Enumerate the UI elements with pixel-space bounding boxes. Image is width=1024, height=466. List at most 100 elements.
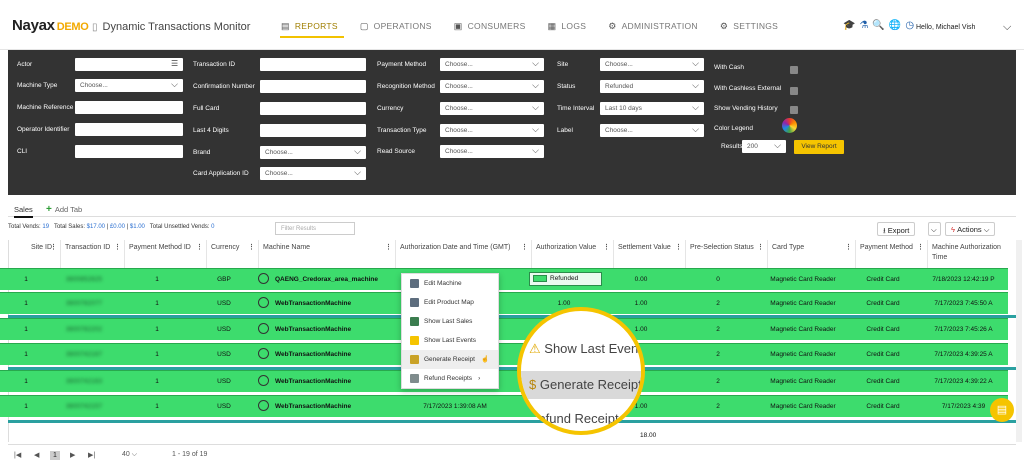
flask-icon[interactable]: ⚗	[859, 20, 868, 31]
table-row[interactable]: 1 3600782077 1 USD WebTransactionMachine 1.00…	[0, 292, 1008, 314]
actor-input[interactable]	[75, 58, 183, 71]
label-select[interactable]: Choose...	[600, 124, 704, 137]
table-row[interactable]: 1 3600742167 1 USD WebTransactionMachine 2 Mag…	[0, 343, 1008, 365]
full-card-input[interactable]	[260, 102, 366, 115]
add-tab-button[interactable]: + Add Tab	[46, 204, 82, 215]
table-row[interactable]: 1 3600852625 1 GBP QAENG_Credorax_area_machi…	[0, 268, 1008, 290]
color-legend-icon[interactable]	[782, 118, 797, 133]
menu-item-refund-receipts[interactable]: Refund Receipts ›	[402, 369, 498, 388]
col-header-payment-method-id[interactable]: Payment Method ID ⋮	[125, 240, 207, 268]
time-interval-select[interactable]: Last 10 days	[600, 102, 704, 115]
nav-consumers[interactable]: ▣ CONSUMERS	[454, 21, 526, 32]
first-page-button[interactable]: |◀	[14, 451, 21, 459]
payment-method-select[interactable]: Choose...	[440, 58, 544, 71]
col-header-payment-method[interactable]: Payment Method ⋮	[856, 240, 928, 268]
with-cash-checkbox[interactable]	[790, 66, 798, 74]
page-size-select[interactable]: 40 ⌵	[122, 451, 137, 459]
download-icon: ⭳	[883, 226, 886, 235]
column-menu-icon[interactable]: ⋮	[385, 243, 392, 253]
tab-sales[interactable]: Sales	[14, 205, 33, 218]
read-source-select[interactable]: Choose...	[440, 145, 544, 158]
prev-page-button[interactable]: ◀	[34, 451, 39, 459]
last-page-button[interactable]: ▶|	[88, 451, 95, 459]
column-menu-icon[interactable]: ⋮	[114, 243, 121, 253]
column-menu-icon[interactable]: ⋮	[603, 243, 610, 253]
unsettled-value: 0	[211, 224, 215, 230]
actions-button[interactable]: ϟ Actions ⌵	[945, 222, 996, 236]
col-header-machine-name[interactable]: Machine Name ⋮	[259, 240, 396, 268]
machine-reference-input[interactable]	[75, 101, 183, 114]
col-header-transaction-id[interactable]: Transaction ID ⋮	[61, 240, 125, 268]
nav-logs[interactable]: ▦ LOGS	[548, 21, 587, 32]
column-menu-icon[interactable]: ⋮	[845, 243, 852, 253]
col-header-settlement-value[interactable]: Settlement Value ⋮	[614, 240, 686, 268]
cell-paym: Credit Card	[866, 351, 900, 358]
next-page-button[interactable]: ▶	[70, 451, 75, 459]
status-select[interactable]: Refunded	[600, 80, 704, 93]
machine-type-select[interactable]: Choose...	[75, 79, 183, 92]
table-row[interactable]: 1 3600742163 1 USD WebTransactionMachine 2 Mag…	[0, 370, 1008, 392]
col-header-authorization-value[interactable]: Authorization Value ⋮	[532, 240, 614, 268]
chevron-down-icon: ⌵	[931, 225, 937, 234]
nav-reports[interactable]: ▤ REPORTS	[281, 21, 338, 32]
table-row[interactable]: 1 3600782202 1 USD WebTransactionMachine 1.00…	[0, 318, 1008, 340]
unsettled-label: Total Unsettled Vends:	[149, 224, 210, 230]
recognition-method-select[interactable]: Choose...	[440, 80, 544, 93]
user-greeting[interactable]: Hello, Michael Vish	[916, 24, 975, 31]
col-header-card-type[interactable]: Card Type ⋮	[768, 240, 856, 268]
table-row[interactable]: 1 3600742157 1 USD WebTransactionMachine 7/17…	[0, 395, 1008, 417]
menu-item-generate-receipt[interactable]: Generate Receipt ☝	[402, 350, 498, 369]
column-menu-icon[interactable]: ⋮	[248, 243, 255, 253]
menu-item-show-last-events[interactable]: Show Last Events	[402, 331, 498, 350]
menu-item-show-last-sales[interactable]: Show Last Sales	[402, 312, 498, 331]
col-header-site-id[interactable]: Site ID ⋮	[9, 240, 61, 268]
list-icon[interactable]: ☰	[171, 59, 178, 68]
filter-label-status: Status	[557, 83, 576, 90]
view-report-button[interactable]: View Report	[794, 140, 844, 154]
export-dropdown-button[interactable]: ⌵	[928, 222, 941, 236]
clock-icon[interactable]: ◷	[905, 20, 914, 31]
col-header-currency[interactable]: Currency ⋮	[207, 240, 259, 268]
results-select[interactable]: 200	[742, 140, 786, 153]
lightning-icon: ϟ	[951, 225, 955, 234]
zoom-item-show-last-events: ⚠ Show Last Events	[529, 341, 645, 356]
column-menu-icon[interactable]: ⋮	[50, 243, 57, 253]
with-cashless-external-checkbox[interactable]	[790, 87, 798, 95]
current-page[interactable]: 1	[50, 451, 60, 460]
nav-operations[interactable]: ▢ OPERATIONS	[360, 21, 432, 32]
column-menu-icon[interactable]: ⋮	[917, 243, 924, 253]
grid-scrollbar[interactable]	[1016, 240, 1022, 442]
nayax-logo[interactable]: Nayax DEMO	[12, 17, 89, 34]
export-button[interactable]: ⭳ Export	[877, 222, 916, 236]
transaction-type-select[interactable]: Choose...	[440, 124, 544, 137]
search-icon[interactable]: 🔍	[872, 20, 884, 31]
col-header-machine-authorization-time[interactable]: Machine Authorization Time	[928, 240, 1016, 268]
last-4-digits-input[interactable]	[260, 124, 366, 137]
summary-separator: |	[126, 224, 129, 230]
filter-results-input[interactable]: Filter Results	[275, 222, 355, 235]
column-menu-icon[interactable]: ⋮	[757, 243, 764, 253]
currency-select[interactable]: Choose...	[440, 102, 544, 115]
brand-select[interactable]: Choose...	[260, 146, 366, 159]
graduation-cap-icon[interactable]: 🎓	[843, 20, 855, 31]
chat-icon[interactable]: ▤	[990, 398, 1014, 422]
cell-site: 1	[24, 300, 28, 307]
show-vending-history-checkbox[interactable]	[790, 106, 798, 114]
column-menu-icon[interactable]: ⋮	[196, 243, 203, 253]
card-application-id-select[interactable]: Choose...	[260, 167, 366, 180]
globe-icon[interactable]: 🌐	[889, 20, 901, 31]
chevron-down-icon[interactable]: ⌵	[1003, 21, 1011, 34]
confirmation-number-input[interactable]	[260, 80, 366, 93]
menu-item-edit-machine[interactable]: Edit Machine	[402, 274, 498, 293]
site-select[interactable]: Choose...	[600, 58, 704, 71]
cli-input[interactable]	[75, 145, 183, 158]
nav-settings[interactable]: ⚙ SETTINGS	[720, 21, 778, 32]
col-header-authorization-date[interactable]: Authorization Date and Time (GMT) ⋮	[396, 240, 532, 268]
transaction-id-input[interactable]	[260, 58, 366, 71]
nav-administration[interactable]: ⚙ ADMINISTRATION	[608, 21, 698, 32]
operator-identifier-input[interactable]	[75, 123, 183, 136]
menu-item-edit-product-map[interactable]: Edit Product Map	[402, 293, 498, 312]
column-menu-icon[interactable]: ⋮	[521, 243, 528, 253]
col-header-pre-selection-status[interactable]: Pre-Selection Status ⋮	[686, 240, 768, 268]
column-menu-icon[interactable]: ⋮	[675, 243, 682, 253]
